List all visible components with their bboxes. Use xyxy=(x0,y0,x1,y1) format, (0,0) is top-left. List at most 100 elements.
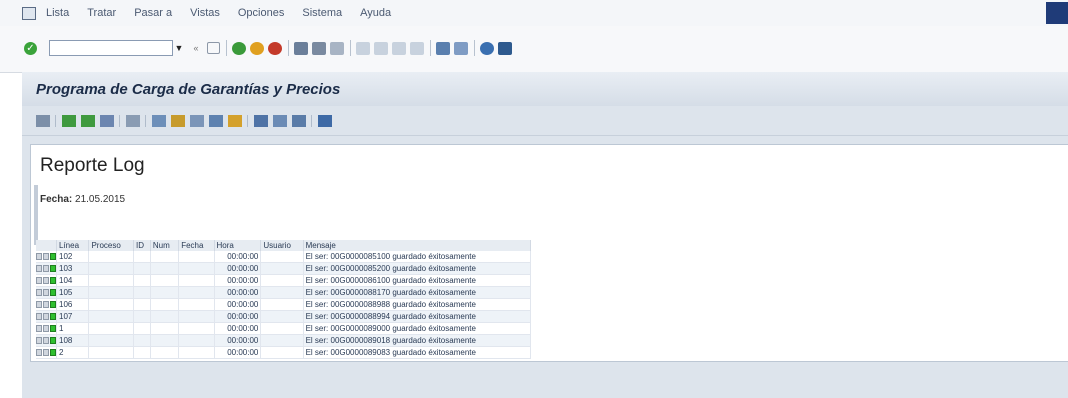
cell-usuario xyxy=(260,334,304,347)
cancel-red-icon[interactable] xyxy=(268,41,282,55)
cell-fecha xyxy=(178,298,215,311)
cell-linea: 106 xyxy=(56,298,90,311)
cell-usuario xyxy=(260,286,304,299)
table-row[interactable]: 104 00:00:00 El ser: 00G0000086100 guardad… xyxy=(36,274,532,287)
table-row[interactable]: 103 00:00:00 El ser: 00G0000085200 guardad… xyxy=(36,262,532,275)
status-lights-icon xyxy=(36,298,57,311)
menu-tratar[interactable]: Tratar xyxy=(87,7,116,19)
next-page-icon[interactable] xyxy=(392,41,406,55)
first-page-icon[interactable] xyxy=(356,41,370,55)
cell-id xyxy=(133,346,151,359)
cell-mensaje: El ser: 00G0000089018 guardado éxitosame… xyxy=(303,334,532,347)
column-mensaje[interactable]: Mensaje xyxy=(303,240,532,251)
shortcut-icon[interactable] xyxy=(454,41,468,55)
information-icon[interactable] xyxy=(318,114,332,127)
menu-ayuda[interactable]: Ayuda xyxy=(360,7,391,19)
toolbar-separator xyxy=(288,40,289,56)
cell-mensaje: El ser: 00G0000085100 guardado éxitosame… xyxy=(303,251,532,263)
previous-page-icon[interactable] xyxy=(374,41,388,55)
find-next-icon[interactable] xyxy=(330,41,344,55)
total-icon[interactable] xyxy=(126,114,140,127)
back-green-icon[interactable] xyxy=(232,41,246,55)
cell-id xyxy=(133,322,151,335)
menu-opciones[interactable]: Opciones xyxy=(238,7,284,19)
menu-pasar-a[interactable]: Pasar a xyxy=(134,7,172,19)
toolbar-separator xyxy=(350,40,351,56)
title-bar: Programa de Carga de Garantías y Precios xyxy=(22,72,1068,106)
local-file-icon[interactable] xyxy=(228,114,242,127)
menu-lista[interactable]: Lista xyxy=(46,7,69,19)
table-row[interactable]: 1 00:00:00 El ser: 00G0000089000 guardado … xyxy=(36,322,532,335)
cell-hora: 00:00:00 xyxy=(214,298,262,311)
exit-yellow-icon[interactable] xyxy=(250,41,264,55)
print-icon[interactable] xyxy=(294,41,308,55)
change-layout-icon[interactable] xyxy=(254,114,268,127)
cell-num xyxy=(150,286,180,299)
word-processing-icon[interactable] xyxy=(209,114,223,127)
spreadsheet-icon[interactable] xyxy=(190,114,204,127)
help-icon[interactable] xyxy=(480,41,494,55)
cell-num xyxy=(150,346,180,359)
column-hora[interactable]: Hora xyxy=(214,240,262,251)
column-id[interactable]: ID xyxy=(133,240,151,251)
cell-linea: 2 xyxy=(56,346,90,359)
export-icon[interactable] xyxy=(171,114,185,127)
table-row[interactable]: 105 00:00:00 El ser: 00G0000088170 guardad… xyxy=(36,286,532,299)
menu-sistema[interactable]: Sistema xyxy=(302,7,342,19)
system-menu-icon[interactable] xyxy=(22,6,36,20)
column-status[interactable] xyxy=(36,240,57,251)
cell-fecha xyxy=(178,322,215,335)
details-icon[interactable] xyxy=(36,114,50,127)
page-title: Programa de Carga de Garantías y Precios xyxy=(36,80,341,98)
cell-usuario xyxy=(260,251,304,263)
command-field[interactable] xyxy=(49,40,173,56)
table-body: 102 00:00:00 El ser: 00G0000085100 guardad… xyxy=(36,251,532,359)
cell-mensaje: El ser: 00G0000085200 guardado éxitosame… xyxy=(303,262,532,275)
report-panel: Reporte Log Fecha: 21.05.2015 Línea Proc… xyxy=(30,144,1068,362)
cell-usuario xyxy=(260,274,304,287)
cell-hora: 00:00:00 xyxy=(214,286,262,299)
toolbar-separator xyxy=(145,114,146,127)
sort-descending-icon[interactable] xyxy=(81,114,95,127)
save-icon[interactable] xyxy=(207,42,220,54)
table-row[interactable]: 102 00:00:00 El ser: 00G0000085100 guardad… xyxy=(36,251,532,263)
command-history-dropdown-icon[interactable]: ▼ xyxy=(173,40,185,56)
log-table-wrapper: Línea Proceso ID Num Fecha Hora Usuario … xyxy=(36,240,532,359)
cell-id xyxy=(133,310,151,323)
layout-menu-icon[interactable] xyxy=(498,41,512,55)
cell-linea: 105 xyxy=(56,286,90,299)
table-row[interactable]: 2 00:00:00 El ser: 00G0000089083 guardado … xyxy=(36,346,532,359)
filter-icon[interactable] xyxy=(100,114,114,127)
cell-id xyxy=(133,274,151,287)
cell-mensaje: El ser: 00G0000089083 guardado éxitosame… xyxy=(303,346,532,359)
column-proceso[interactable]: Proceso xyxy=(88,240,134,251)
report-date: Fecha: 21.05.2015 xyxy=(40,194,125,205)
table-row[interactable]: 108 00:00:00 El ser: 00G0000089018 guardad… xyxy=(36,334,532,347)
select-layout-icon[interactable] xyxy=(273,114,287,127)
column-linea[interactable]: Línea xyxy=(56,240,90,251)
enter-check-icon[interactable]: ✓ xyxy=(24,41,37,55)
cell-proceso xyxy=(88,298,134,311)
print-preview-icon[interactable] xyxy=(152,114,166,127)
sort-ascending-icon[interactable] xyxy=(62,114,76,127)
vertical-scrollbar[interactable] xyxy=(34,185,38,245)
cell-usuario xyxy=(260,322,304,335)
column-num[interactable]: Num xyxy=(150,240,180,251)
find-icon[interactable] xyxy=(312,41,326,55)
cell-usuario xyxy=(260,298,304,311)
save-layout-icon[interactable] xyxy=(292,114,306,127)
menu-vistas[interactable]: Vistas xyxy=(190,7,220,19)
table-row[interactable]: 106 00:00:00 El ser: 00G0000088988 guardad… xyxy=(36,298,532,311)
table-row[interactable]: 107 00:00:00 El ser: 00G0000088994 guardad… xyxy=(36,310,532,323)
standard-toolbar: ✓ ▼ « xyxy=(0,26,1068,73)
cell-num xyxy=(150,274,180,287)
new-session-icon[interactable] xyxy=(436,41,450,55)
cell-proceso xyxy=(88,334,134,347)
column-usuario[interactable]: Usuario xyxy=(260,240,304,251)
toolbar-separator xyxy=(247,114,248,127)
column-fecha[interactable]: Fecha xyxy=(178,240,215,251)
log-table: Línea Proceso ID Num Fecha Hora Usuario … xyxy=(36,240,532,359)
cell-proceso xyxy=(88,310,134,323)
back-arrow-icon[interactable]: « xyxy=(189,42,203,55)
last-page-icon[interactable] xyxy=(410,41,424,55)
